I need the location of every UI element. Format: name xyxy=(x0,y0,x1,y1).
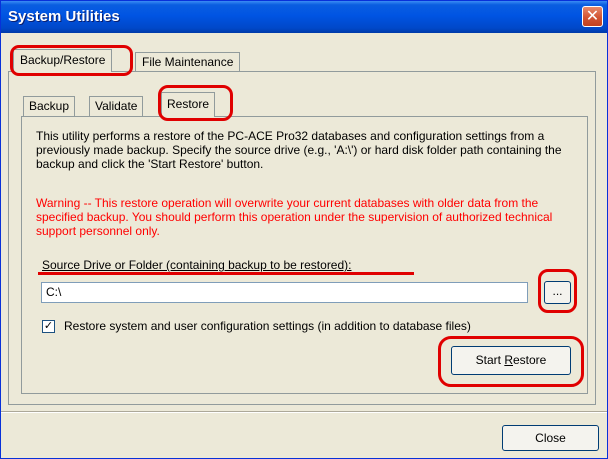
tab-validate[interactable]: Validate xyxy=(89,96,144,116)
restore-config-checkbox[interactable]: ✓ xyxy=(42,320,55,333)
start-restore-accelerator: R xyxy=(504,353,513,367)
window-title: System Utilities xyxy=(8,8,120,25)
annotation-underline xyxy=(38,272,414,275)
close-button[interactable]: Close xyxy=(502,425,599,451)
window-close-icon[interactable]: ✕ xyxy=(582,6,603,27)
source-folder-input[interactable]: C:\ xyxy=(41,282,528,303)
restore-config-label[interactable]: Restore system and user configuration se… xyxy=(64,319,471,333)
start-restore-label-rest: estore xyxy=(513,353,547,367)
restore-warning: Warning -- This restore operation will o… xyxy=(36,196,553,238)
tab-file-maintenance[interactable]: File Maintenance xyxy=(135,52,241,72)
start-restore-button[interactable]: Start Restore xyxy=(451,346,571,375)
start-restore-label-prefix: Start xyxy=(475,353,505,367)
browse-button[interactable]: ... xyxy=(544,281,571,304)
footer-separator xyxy=(1,411,607,413)
source-folder-label: Source Drive or Folder (containing backu… xyxy=(42,258,352,272)
title-bar[interactable]: System Utilities ✕ xyxy=(1,1,607,33)
tab-backup[interactable]: Backup xyxy=(23,96,76,116)
system-utilities-window: System Utilities ✕ Backup/Restore File M… xyxy=(0,0,608,459)
tab-backup-restore[interactable]: Backup/Restore xyxy=(13,49,113,72)
tab-restore[interactable]: Restore xyxy=(161,92,216,117)
restore-description: This utility performs a restore of the P… xyxy=(36,129,562,171)
